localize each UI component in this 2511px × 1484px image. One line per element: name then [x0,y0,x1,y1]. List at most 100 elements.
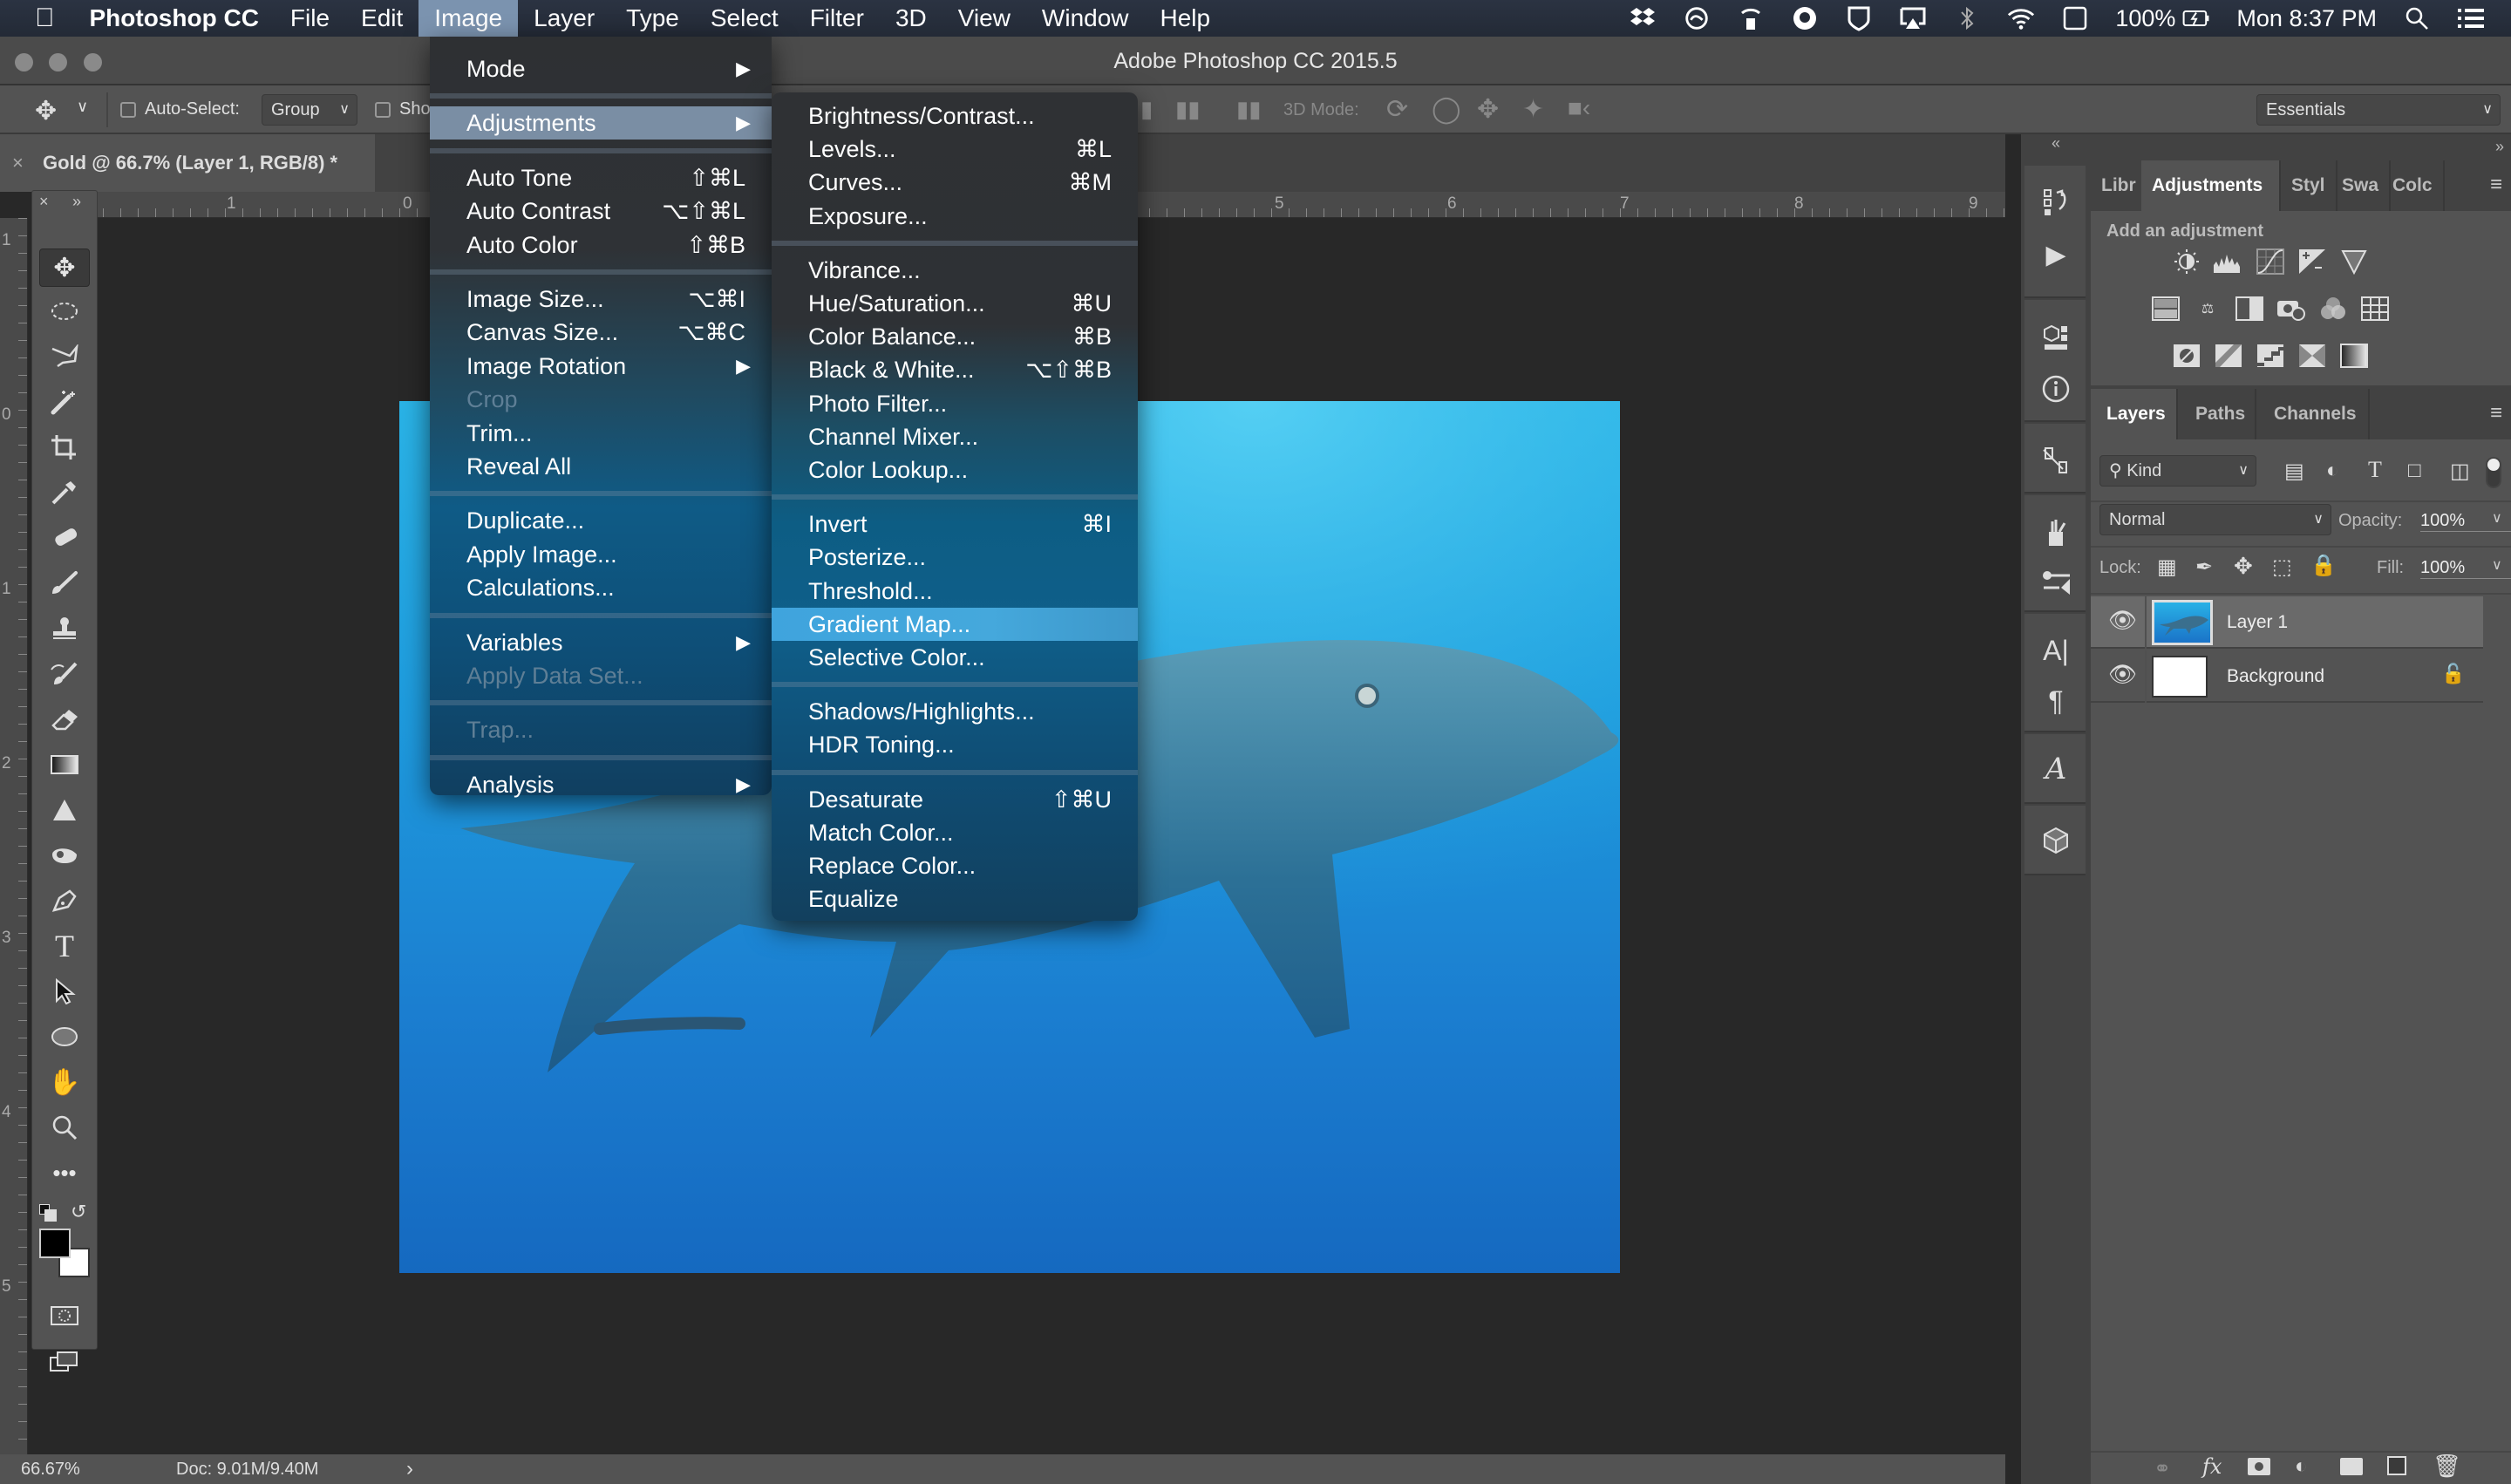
black-white-icon[interactable] [2234,295,2265,323]
vpn-lock-icon[interactable] [1737,4,1765,32]
gradient-tool[interactable] [39,745,90,784]
menu-item-auto-color[interactable]: Auto Color ⇧⌘B [430,228,772,262]
window-zoom-button[interactable] [84,53,102,71]
type-tool[interactable]: T [39,927,90,965]
menu-item-image-rotation[interactable]: Image Rotation ▶ [430,350,772,383]
crop-tool[interactable] [39,428,90,466]
character-icon[interactable]: A| [2042,635,2070,666]
menu-item-hdr-toning[interactable]: HDR Toning... [772,728,1138,761]
menu-item-duplicate[interactable]: Duplicate... [430,504,772,537]
menu-item-posterize[interactable]: Posterize... [772,541,1138,574]
photo-filter-icon[interactable] [2276,295,2307,323]
layer-row-layer-1[interactable]: 👁 Layer 1 [2091,596,2483,649]
menu-item-mode[interactable]: Mode ▶ [430,52,772,85]
close-document-icon[interactable]: × [12,152,24,174]
3d-slide-icon[interactable]: ✦ [1522,94,1544,125]
airplay-icon[interactable] [1899,4,1927,32]
menu-item-curves[interactable]: Curves... ⌘M [772,166,1138,199]
filter-type-icon[interactable]: T [2368,457,2382,483]
healing-brush-tool[interactable] [39,519,90,557]
fill-chevron-icon[interactable]: ∨ [2492,556,2502,574]
layer-style-fx-icon[interactable]: fx [2202,1454,2222,1479]
menu-view[interactable]: View [942,0,1026,37]
invert-icon[interactable] [2171,342,2202,370]
menu-filter[interactable]: Filter [794,0,880,37]
marquee-tool[interactable] [39,292,90,330]
menu-3d[interactable]: 3D [880,0,942,37]
visibility-eye-icon[interactable]: 👁 [2108,607,2137,634]
hue-saturation-icon[interactable] [2150,295,2181,323]
layer-row-background[interactable]: 👁 Background 🔓 [2091,650,2483,703]
filter-adjustment-icon[interactable]: ◐ [2326,459,2339,483]
history-brush-tool[interactable] [39,655,90,693]
dodge-tool[interactable] [39,836,90,875]
window-close-button[interactable] [15,53,33,71]
filter-pixel-icon[interactable]: ▤ [2284,459,2304,484]
clock[interactable]: Mon 8:37 PM [2236,5,2377,32]
tab-channels[interactable]: Channels [2256,389,2370,439]
document-tab[interactable]: × Gold @ 66.7% (Layer 1, RGB/8) * [0,134,375,192]
tab-libraries[interactable]: Libr [2091,160,2148,211]
channel-mixer-icon[interactable] [2317,295,2349,323]
menu-item-color-lookup[interactable]: Color Lookup... [772,453,1138,487]
ellipse-tool[interactable] [39,1018,90,1056]
bluetooth-icon[interactable] [1953,4,1981,32]
menu-image[interactable]: Image [418,0,519,37]
menu-item-desaturate[interactable]: Desaturate ⇧⌘U [772,783,1138,816]
tab-adjustments[interactable]: Adjustments [2141,160,2281,211]
menu-window[interactable]: Window [1026,0,1145,37]
foreground-color-swatch[interactable] [39,1229,71,1258]
auto-align-icon[interactable]: ▮▮ [1236,96,1262,123]
move-tool[interactable]: ✥ [39,248,90,287]
menu-edit[interactable]: Edit [345,0,418,37]
tab-layers[interactable]: Layers [2091,389,2178,439]
lock-artboard-icon[interactable]: ⬚ [2272,555,2292,580]
lock-image-icon[interactable]: ✒ [2195,555,2213,580]
filter-toggle[interactable] [2486,457,2501,488]
keyboard-shortcut-icon[interactable] [2061,4,2089,32]
move-tool-preset-icon[interactable]: ✥ [35,96,57,126]
menu-item-analysis[interactable]: Analysis ▶ [430,768,772,801]
menu-item-reveal-all[interactable]: Reveal All [430,450,772,483]
history-icon[interactable] [2042,188,2070,216]
layer-lock-icon[interactable]: 🔓 [2441,663,2465,685]
color-balance-icon[interactable]: ⚖ [2192,295,2223,323]
new-adjustment-layer-icon[interactable]: ◐ [2295,1454,2308,1479]
3d-orbit-icon[interactable]: ⟳ [1386,94,1408,125]
menu-item-trim[interactable]: Trim... [430,417,772,450]
vibrance-icon[interactable] [2338,248,2370,276]
shield-5-icon[interactable] [1845,4,1873,32]
menu-item-brightness-contrast[interactable]: Brightness/Contrast... [772,99,1138,133]
menu-item-canvas-size[interactable]: Canvas Size... ⌥⌘C [430,316,772,349]
menu-help[interactable]: Help [1145,0,1227,37]
paragraph-icon[interactable]: ¶ [2042,685,2070,717]
pen-tool[interactable] [39,882,90,920]
lock-transparent-icon[interactable]: ▦ [2157,555,2177,580]
expand-panel-icon[interactable]: » [72,193,81,211]
3d-panel-icon[interactable] [2042,323,2070,351]
wifi-icon[interactable] [2007,4,2035,32]
brushes-icon[interactable] [2042,518,2070,546]
menu-item-black-white[interactable]: Black & White... ⌥⇧⌘B [772,353,1138,386]
menu-item-apply-image[interactable]: Apply Image... [430,538,772,571]
visibility-eye-icon[interactable]: 👁 [2108,661,2137,688]
notification-center-icon[interactable] [2457,4,2485,32]
apple-menu-icon[interactable]:  [0,3,74,33]
menu-item-color-balance[interactable]: Color Balance... ⌘B [772,320,1138,353]
blend-mode-dropdown[interactable]: Normal ∨ [2099,504,2331,535]
workspace-dropdown[interactable]: Essentials ∨ [2256,94,2501,126]
glyphs-icon[interactable]: A [2042,752,2070,786]
menu-file[interactable]: File [275,0,345,37]
link-layers-icon[interactable]: ⚭ [2154,1456,2171,1481]
menu-item-vibrance[interactable]: Vibrance... [772,254,1138,287]
eyedropper-tool[interactable] [39,473,90,512]
tool-preset-chevron-icon[interactable]: ∨ [77,98,88,116]
status-menu-chevron-icon[interactable]: › [406,1454,413,1484]
menu-item-selective-color[interactable]: Selective Color... [772,641,1138,674]
3d-roll-icon[interactable]: ◯ [1432,94,1461,125]
menu-item-hue-saturation[interactable]: Hue/Saturation... ⌘U [772,287,1138,320]
menu-item-match-color[interactable]: Match Color... [772,816,1138,849]
3d-camera-icon[interactable]: ■‹ [1568,94,1590,122]
menu-item-levels[interactable]: Levels... ⌘L [772,133,1138,166]
magic-wand-tool[interactable] [39,383,90,421]
